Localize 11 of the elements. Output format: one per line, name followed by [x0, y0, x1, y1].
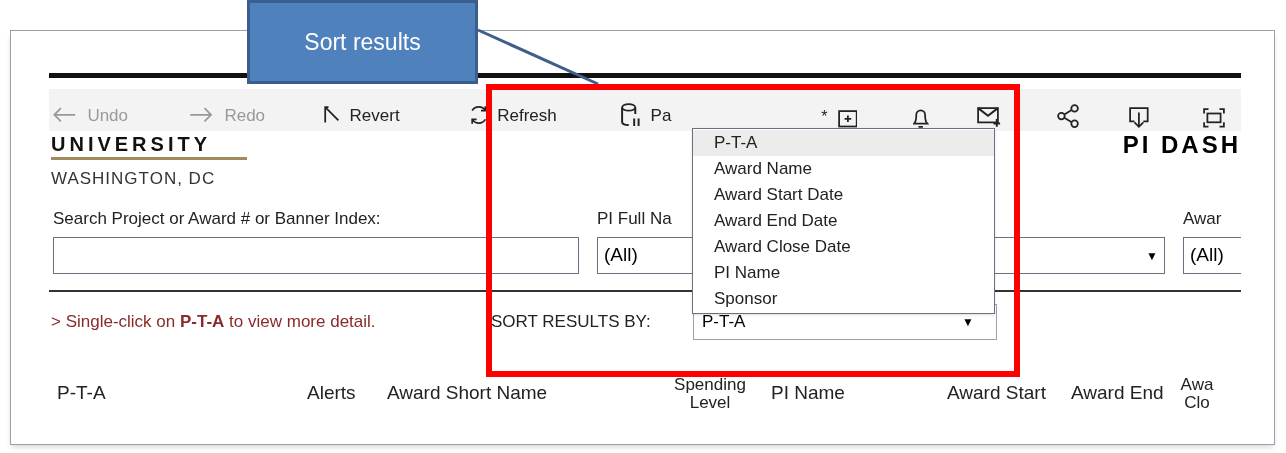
- caret-icon: ▼: [1146, 246, 1158, 265]
- caret-icon: ▼: [962, 313, 974, 331]
- logo-text: UNIVERSITY: [51, 133, 213, 155]
- instruction-text: > Single-click on P-T-A to view more detail.: [51, 311, 377, 334]
- logo-subtitle: WASHINGTON, DC: [51, 168, 217, 190]
- dashboard-title: PI DASH: [1122, 133, 1241, 160]
- callout-box: Sort results: [247, 0, 478, 84]
- filter-label: PI Full Na: [597, 207, 672, 230]
- filter-label: Search Project or Award # or Banner Index:: [53, 207, 381, 230]
- sort-label: SORT RESULTS BY:: [491, 311, 652, 334]
- filter-label: Awar: [1183, 207, 1222, 230]
